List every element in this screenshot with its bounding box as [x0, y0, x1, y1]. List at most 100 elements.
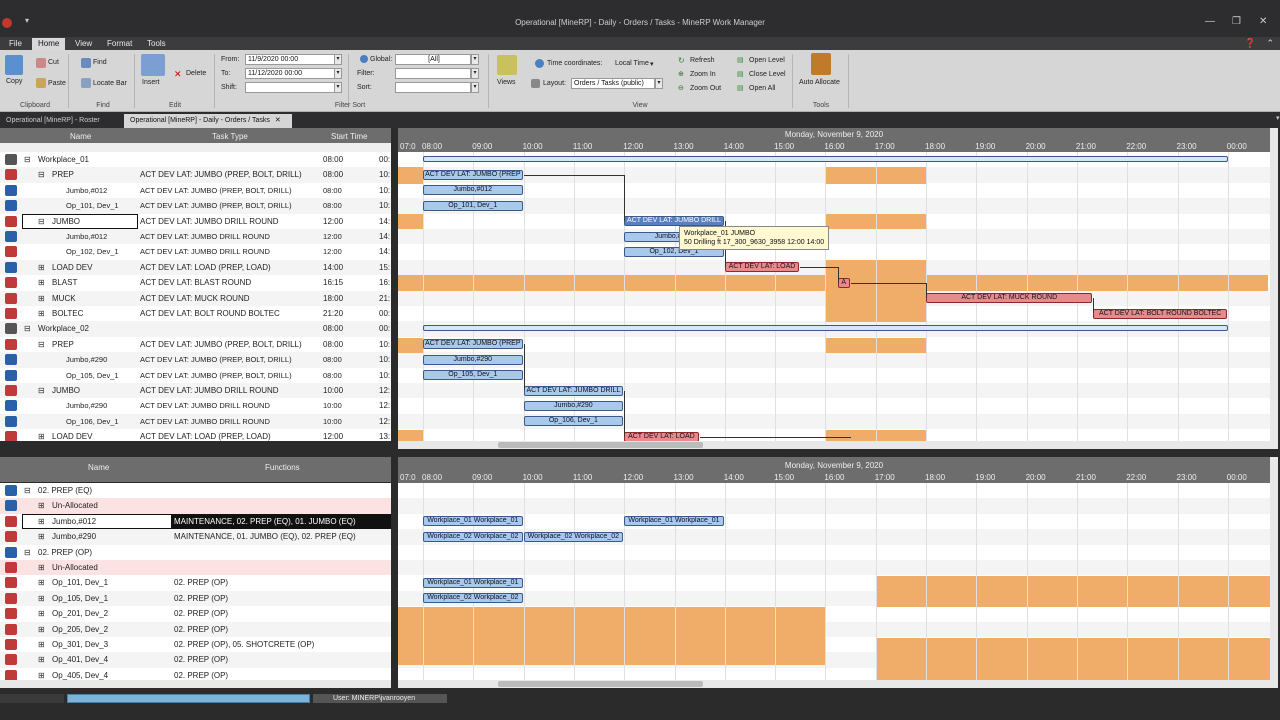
tab-scroll-icon[interactable]: ▾: [1270, 112, 1280, 126]
gantt-task-bar[interactable]: Workplace_01 Workplace_01: [624, 516, 724, 527]
find-button[interactable]: Find: [93, 59, 107, 66]
table-row[interactable]: Op_101, Dev_1 ACT DEV LAT: JUMBO (PREP, B…: [0, 198, 391, 214]
table-row[interactable]: ⊞ Un-Allocated: [0, 498, 391, 514]
gantt-task-bar[interactable]: ACT DEV LAT: BOLT ROUND BOLTEC: [1093, 308, 1227, 319]
table-row[interactable]: ⊞ Op_105, Dev_1 02. PREP (OP): [0, 590, 391, 607]
close-level-icon[interactable]: ▤: [737, 70, 744, 78]
bottom-vscroll[interactable]: [1270, 457, 1278, 688]
gantt-task-bar[interactable]: Op_105, Dev_1: [423, 370, 523, 381]
table-row[interactable]: ⊞ Op_205, Dev_2 02. PREP (OP): [0, 621, 391, 637]
auto-allocate-icon[interactable]: [811, 53, 831, 75]
open-all-button[interactable]: Open All: [749, 85, 775, 92]
gantt-task-bar[interactable]: ACT DEV LAT: JUMBO (PREP: [423, 339, 523, 350]
expand-toggle-icon[interactable]: ⊟: [24, 545, 31, 560]
tab-daily-orders-tasks[interactable]: Operational [MineRP] - Daily - Orders / …: [124, 114, 292, 128]
gantt-task-bar[interactable]: Jumbo,#290: [423, 354, 523, 365]
layout-select[interactable]: Orders / Tasks (public): [571, 78, 655, 89]
global-dropdown-icon[interactable]: ▾: [471, 54, 479, 65]
menu-home[interactable]: Home: [32, 38, 66, 50]
top-vscroll[interactable]: [1270, 128, 1278, 449]
gantt-task-bar[interactable]: Workplace_02 Workplace_02: [523, 531, 624, 542]
tab-roster[interactable]: Operational [MineRP] - Roster: [0, 114, 106, 128]
table-row[interactable]: Jumbo,#012 ACT DEV LAT: JUMBO DRILL ROUND…: [0, 229, 391, 245]
table-row[interactable]: Jumbo,#012 ACT DEV LAT: JUMBO (PREP, BOLT…: [0, 182, 391, 199]
scroll-thumb[interactable]: [498, 442, 703, 448]
locate-bar-button[interactable]: Locate Bar: [93, 80, 127, 87]
gantt-task-bar[interactable]: Workplace_01 Workplace_01: [423, 516, 523, 527]
open-level-button[interactable]: Open Level: [749, 57, 785, 64]
locate-bar-icon[interactable]: [81, 78, 91, 88]
filter-select[interactable]: [395, 68, 471, 79]
expand-toggle-icon[interactable]: ⊞: [38, 291, 45, 306]
expand-toggle-icon[interactable]: ⊞: [38, 498, 45, 513]
table-row[interactable]: ⊞ BLAST ACT DEV LAT: BLAST ROUND 16:15 16:: [0, 275, 391, 291]
expand-toggle-icon[interactable]: ⊟: [38, 167, 45, 182]
gantt-task-bar[interactable]: Op_101, Dev_1: [423, 200, 523, 211]
zoom-out-button[interactable]: Zoom Out: [690, 85, 721, 92]
zoom-in-icon[interactable]: ⊕: [678, 70, 684, 78]
collapse-ribbon-icon[interactable]: ⌃: [1266, 38, 1274, 49]
table-row[interactable]: ⊞ Op_405, Dev_4 02. PREP (OP): [0, 667, 391, 680]
gantt-task-bar[interactable]: Workplace_02 Workplace_02: [423, 531, 523, 542]
table-row[interactable]: ⊟ 02. PREP (OP): [0, 544, 391, 560]
find-icon[interactable]: [81, 58, 91, 68]
expand-toggle-icon[interactable]: ⊞: [38, 429, 45, 441]
gantt-task-bar[interactable]: Op_106, Dev_1: [523, 416, 624, 427]
paste-icon[interactable]: [36, 78, 46, 88]
table-row[interactable]: ⊟ PREP ACT DEV LAT: JUMBO (PREP, BOLT, DRI…: [0, 167, 391, 183]
table-row[interactable]: ⊟ Workplace_01 08:00 00:: [0, 152, 391, 168]
tab-close-icon[interactable]: ✕: [275, 117, 281, 124]
table-row[interactable]: ⊟ PREP ACT DEV LAT: JUMBO (PREP, BOLT, DRI…: [0, 336, 391, 353]
gantt-task-bar[interactable]: ACT DEV LAT: LOAD: [724, 262, 800, 273]
insert-button[interactable]: Insert: [142, 79, 160, 86]
expand-toggle-icon[interactable]: ⊞: [38, 575, 45, 590]
top-gantt-hscroll[interactable]: [398, 441, 1270, 449]
expand-toggle-icon[interactable]: ⊟: [24, 483, 31, 498]
col-task-type-header[interactable]: Task Type: [212, 132, 248, 141]
workplace-summary-bar[interactable]: [423, 325, 1228, 332]
refresh-icon[interactable]: ↻: [678, 56, 685, 65]
gantt-task-bar[interactable]: A: [837, 277, 850, 288]
auto-allocate-button[interactable]: Auto Allocate: [799, 79, 840, 86]
shift-dropdown-icon[interactable]: ▾: [334, 82, 342, 93]
gantt-task-bar[interactable]: Workplace_01 Workplace_01: [423, 577, 523, 588]
workplace-summary-bar[interactable]: [423, 156, 1228, 162]
insert-icon[interactable]: [141, 54, 165, 76]
expand-toggle-icon[interactable]: ⊞: [38, 652, 45, 667]
copy-icon[interactable]: [5, 55, 23, 75]
bottom-gantt-hscroll[interactable]: [398, 680, 1270, 688]
expand-toggle-icon[interactable]: ⊞: [38, 306, 45, 321]
col-name-header[interactable]: Name: [88, 463, 109, 472]
expand-toggle-icon[interactable]: ⊞: [38, 591, 45, 606]
menu-view[interactable]: View: [69, 38, 98, 50]
time-coord-dropdown-icon[interactable]: ▾: [650, 60, 654, 68]
sort-dropdown-icon[interactable]: ▾: [471, 82, 479, 93]
gantt-task-bar[interactable]: ACT DEV LAT: JUMBO (PREP: [423, 169, 523, 180]
delete-button[interactable]: Delete: [186, 70, 206, 77]
expand-toggle-icon[interactable]: ⊟: [24, 321, 31, 336]
expand-toggle-icon[interactable]: ⊞: [38, 668, 45, 680]
open-all-icon[interactable]: ▤: [737, 84, 744, 92]
table-row[interactable]: ⊟ JUMBO ACT DEV LAT: JUMBO DRILL ROUND 12:0…: [0, 213, 391, 229]
refresh-button[interactable]: Refresh: [690, 57, 715, 64]
expand-toggle-icon[interactable]: ⊞: [38, 275, 45, 290]
menu-tools[interactable]: Tools: [141, 38, 172, 50]
to-date-input[interactable]: 11/12/2020 00:00: [245, 68, 335, 79]
shift-input[interactable]: [245, 82, 335, 93]
table-row[interactable]: ⊞ Jumbo,#012 MAINTENANCE, 02. PREP (EQ), 0…: [0, 513, 391, 530]
filter-dropdown-icon[interactable]: ▾: [471, 68, 479, 79]
table-row[interactable]: Jumbo,#290 ACT DEV LAT: JUMBO DRILL ROUND…: [0, 398, 391, 414]
to-dropdown-icon[interactable]: ▾: [334, 68, 342, 79]
expand-toggle-icon[interactable]: ⊟: [38, 383, 45, 398]
table-row[interactable]: Op_105, Dev_1 ACT DEV LAT: JUMBO (PREP, B…: [0, 367, 391, 383]
table-row[interactable]: ⊞ LOAD DEV ACT DEV LAT: LOAD (PREP, LOAD) 1…: [0, 429, 391, 441]
table-row[interactable]: Jumbo,#290 ACT DEV LAT: JUMBO (PREP, BOLT…: [0, 352, 391, 368]
table-row[interactable]: ⊞ Op_401, Dev_4 02. PREP (OP): [0, 652, 391, 668]
global-select[interactable]: [All]: [395, 54, 471, 65]
table-row[interactable]: Op_106, Dev_1 ACT DEV LAT: JUMBO DRILL RO…: [0, 413, 391, 430]
expand-toggle-icon[interactable]: ⊞: [38, 637, 45, 652]
col-start-time-header[interactable]: Start Time: [331, 132, 367, 141]
views-icon[interactable]: [497, 55, 517, 75]
table-row[interactable]: ⊞ Op_101, Dev_1 02. PREP (OP): [0, 575, 391, 591]
gantt-task-bar[interactable]: Workplace_02 Workplace_02: [423, 593, 523, 604]
